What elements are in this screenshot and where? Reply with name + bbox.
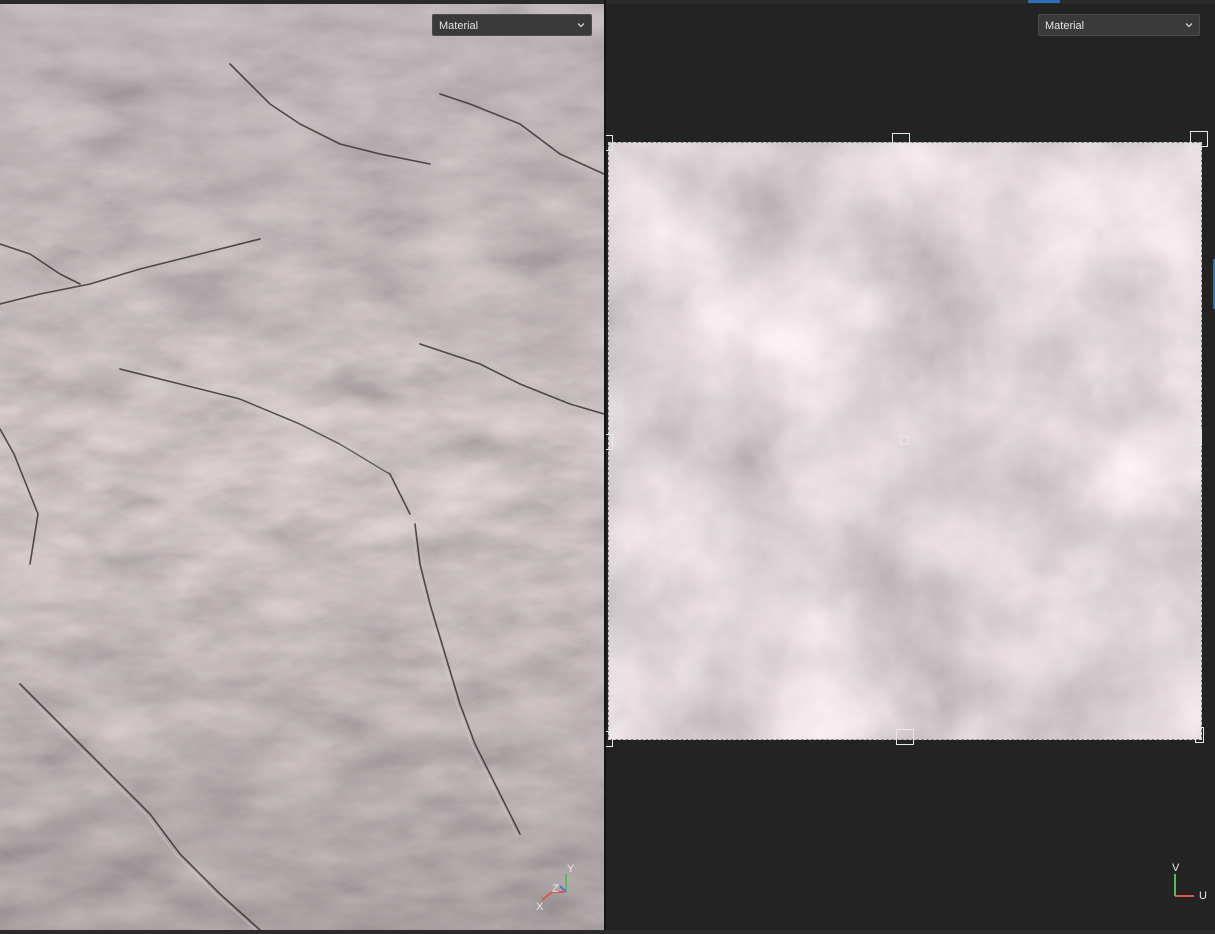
uv-handle-top-left[interactable] <box>606 135 613 151</box>
viewport-3d[interactable]: Material Y Z X <box>0 4 604 930</box>
uv-handle-middle-left[interactable] <box>606 434 613 450</box>
viewport-uv[interactable]: Material V U <box>606 4 1215 930</box>
chevron-down-icon <box>1185 23 1193 28</box>
shading-mode-value: Material <box>439 20 479 32</box>
uv-handle-top-right[interactable] <box>1190 131 1208 147</box>
axis-gizmo-uv: V U <box>1172 862 1212 906</box>
axis-u-label: U <box>1199 890 1207 902</box>
material-preview-render <box>0 4 604 930</box>
axis-y-label: Y <box>567 863 575 875</box>
uv-shading-mode-dropdown[interactable]: Material <box>1038 14 1200 36</box>
uv-handle-bottom-right[interactable] <box>1195 727 1204 743</box>
shading-mode-dropdown[interactable]: Material <box>432 14 592 36</box>
axis-gizmo-3d: Y Z X <box>534 862 575 913</box>
axis-v-label: V <box>1172 862 1180 874</box>
uv-shading-mode-value: Material <box>1045 20 1085 32</box>
bottom-border <box>0 930 1215 934</box>
chevron-down-icon <box>577 23 585 28</box>
axis-x-label: X <box>536 901 544 913</box>
uv-handle-bottom-center[interactable] <box>896 729 914 745</box>
uv-handle-top-center[interactable] <box>892 133 910 149</box>
uv-handle-middle-right[interactable] <box>1193 430 1202 446</box>
axis-z-label: Z <box>552 883 559 895</box>
uv-handle-center[interactable] <box>900 436 909 445</box>
active-tab-indicator[interactable] <box>1028 0 1060 3</box>
uv-handle-bottom-left[interactable] <box>606 731 613 747</box>
